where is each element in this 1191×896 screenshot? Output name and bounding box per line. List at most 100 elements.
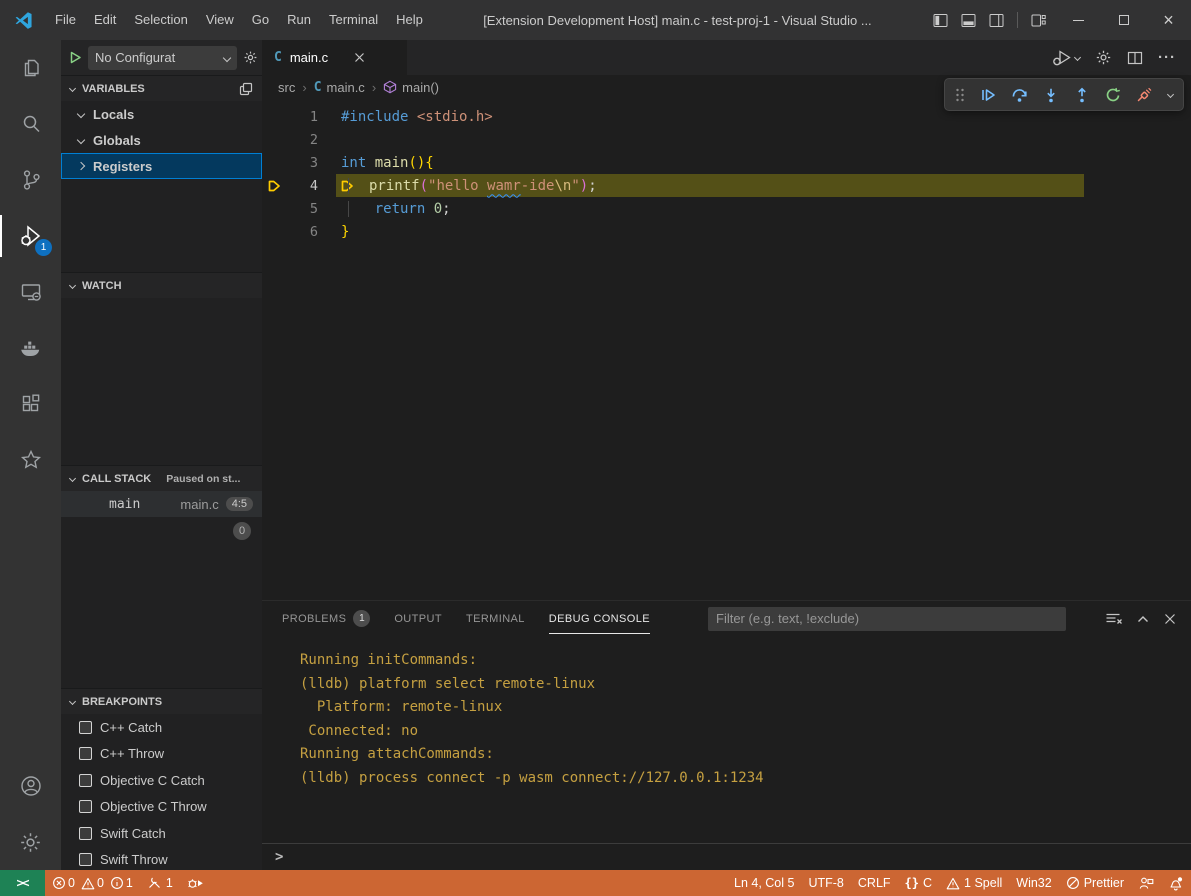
menu-terminal[interactable]: Terminal — [320, 0, 387, 40]
maximize-panel-icon[interactable] — [1137, 615, 1149, 623]
watch-section-header[interactable]: WATCH — [61, 273, 262, 298]
code-editor[interactable]: 1#include <stdio.h>23int main(){4printf(… — [262, 99, 1191, 600]
launch-configuration-dropdown[interactable]: No Configurat — [88, 46, 237, 70]
breadcrumb-symbol[interactable]: main() — [383, 80, 439, 95]
sidebar-item-settings[interactable] — [0, 814, 61, 870]
checkbox[interactable] — [79, 800, 92, 813]
menu-view[interactable]: View — [197, 0, 243, 40]
configure-launch-gear-icon[interactable] — [243, 50, 258, 65]
console-filter-input[interactable] — [708, 607, 1066, 631]
sidebar-item-favorites[interactable] — [0, 432, 61, 488]
close-panel-icon[interactable] — [1164, 613, 1176, 625]
sidebar-item-extensions[interactable] — [0, 376, 61, 432]
eol-status[interactable]: CRLF — [851, 870, 898, 896]
step-into-button[interactable] — [1043, 87, 1059, 103]
panel-tab-output[interactable]: OUTPUT — [394, 601, 442, 636]
sidebar-item-docker[interactable] — [0, 320, 61, 376]
menu-bar: FileEditSelectionViewGoRunTerminalHelp — [46, 0, 432, 40]
sidebar-item-search[interactable] — [0, 96, 61, 152]
sidebar-item-accounts[interactable] — [0, 758, 61, 814]
run-or-debug-button[interactable] — [1052, 49, 1080, 66]
breakpoint-item-label: Swift Catch — [100, 826, 166, 841]
breakpoint-item-c-throw[interactable]: C++ Throw — [61, 741, 262, 768]
menu-run[interactable]: Run — [278, 0, 320, 40]
call-stack-section-header[interactable]: CALL STACK Paused on st... — [61, 466, 262, 491]
breakpoint-item-c-catch[interactable]: C++ Catch — [61, 714, 262, 741]
tab-main-c[interactable]: C main.c — [262, 40, 407, 75]
breakpoint-item-swift-catch[interactable]: Swift Catch — [61, 820, 262, 847]
continue-button[interactable] — [980, 87, 996, 103]
panel-tab-terminal[interactable]: TERMINAL — [466, 601, 525, 636]
toggle-sidebar-icon[interactable] — [933, 13, 948, 28]
panel-tab-debug-console[interactable]: DEBUG CONSOLE — [549, 601, 650, 636]
breakpoint-item-objective-c-catch[interactable]: Objective C Catch — [61, 767, 262, 794]
problems-status[interactable]: 0 0 1 — [45, 870, 140, 896]
toggle-secondary-sidebar-icon[interactable] — [989, 13, 1004, 28]
spell-checker-status[interactable]: 1 Spell — [939, 870, 1009, 896]
toolbar-gripper-icon[interactable] — [955, 87, 965, 103]
menu-edit[interactable]: Edit — [85, 0, 125, 40]
variables-item-registers[interactable]: Registers — [61, 153, 262, 179]
panel-tab-label: TERMINAL — [466, 603, 525, 634]
step-out-button[interactable] — [1074, 87, 1090, 103]
checkbox[interactable] — [79, 827, 92, 840]
chevron-down-icon[interactable] — [1167, 91, 1174, 98]
language-mode-status[interactable]: {} C — [898, 870, 939, 896]
minimize-button[interactable] — [1056, 0, 1101, 40]
problems-count-badge: 1 — [353, 610, 370, 627]
maximize-button[interactable] — [1101, 0, 1146, 40]
notifications-status[interactable] — [1161, 870, 1191, 896]
debug-console-status[interactable] — [180, 870, 211, 896]
formatter-status[interactable]: Prettier — [1059, 870, 1131, 896]
toggle-panel-icon[interactable] — [961, 13, 976, 28]
close-button[interactable]: × — [1146, 0, 1191, 40]
sidebar-item-source-control[interactable] — [0, 152, 61, 208]
ports-status[interactable]: 1 — [140, 870, 180, 896]
source-control-icon — [19, 168, 43, 192]
menu-help[interactable]: Help — [387, 0, 432, 40]
watch-header-label: WATCH — [82, 280, 122, 292]
warning-icon — [81, 877, 95, 890]
variables-item-globals[interactable]: Globals — [61, 127, 262, 153]
step-over-button[interactable] — [1011, 87, 1028, 103]
settings-gear-icon[interactable] — [1095, 49, 1112, 66]
panel-tab-problems[interactable]: PROBLEMS1 — [282, 601, 370, 636]
checkbox[interactable] — [79, 774, 92, 787]
thread-row[interactable]: 0 — [61, 517, 262, 545]
sidebar-item-remote-explorer[interactable] — [0, 264, 61, 320]
cursor-position-status[interactable]: Ln 4, Col 5 — [727, 870, 801, 896]
checkbox[interactable] — [79, 747, 92, 760]
breadcrumb-folder[interactable]: src — [278, 80, 295, 95]
menu-selection[interactable]: Selection — [125, 0, 196, 40]
split-editor-icon[interactable] — [1127, 50, 1143, 66]
checkbox[interactable] — [79, 853, 92, 866]
encoding-status[interactable]: UTF-8 — [801, 870, 850, 896]
breakpoint-gutter[interactable] — [262, 180, 282, 192]
frame-position-badge: 4:5 — [226, 497, 253, 511]
feedback-status[interactable] — [1131, 870, 1161, 896]
breakpoint-item-objective-c-throw[interactable]: Objective C Throw — [61, 794, 262, 821]
menu-go[interactable]: Go — [243, 0, 278, 40]
debug-console-input[interactable]: > — [262, 843, 1191, 870]
sidebar-item-run-and-debug[interactable]: 1 — [0, 208, 61, 264]
variables-item-locals[interactable]: Locals — [61, 101, 262, 127]
sidebar-item-explorer[interactable] — [0, 40, 61, 96]
start-debugging-icon[interactable] — [69, 51, 82, 64]
close-tab-icon[interactable] — [354, 52, 365, 63]
more-actions-icon[interactable]: ··· — [1158, 49, 1176, 66]
platform-status[interactable]: Win32 — [1009, 870, 1058, 896]
menu-file[interactable]: File — [46, 0, 85, 40]
variables-section-header[interactable]: VARIABLES — [61, 76, 262, 101]
breakpoints-section-header[interactable]: BREAKPOINTS — [61, 689, 262, 714]
breadcrumb-file[interactable]: C main.c — [314, 80, 365, 95]
customize-layout-icon[interactable] — [1031, 13, 1046, 28]
checkbox[interactable] — [79, 721, 92, 734]
remote-indicator[interactable]: >< — [0, 870, 45, 896]
disconnect-button[interactable] — [1136, 87, 1153, 103]
stack-frame-row[interactable]: main main.c 4:5 — [61, 491, 262, 517]
console-line: Running initCommands: — [300, 649, 1191, 673]
restart-button[interactable] — [1105, 87, 1121, 103]
clear-console-icon[interactable] — [1105, 612, 1122, 626]
copy-value-icon[interactable] — [239, 82, 253, 96]
breadcrumb-symbol-label: main() — [402, 80, 439, 95]
